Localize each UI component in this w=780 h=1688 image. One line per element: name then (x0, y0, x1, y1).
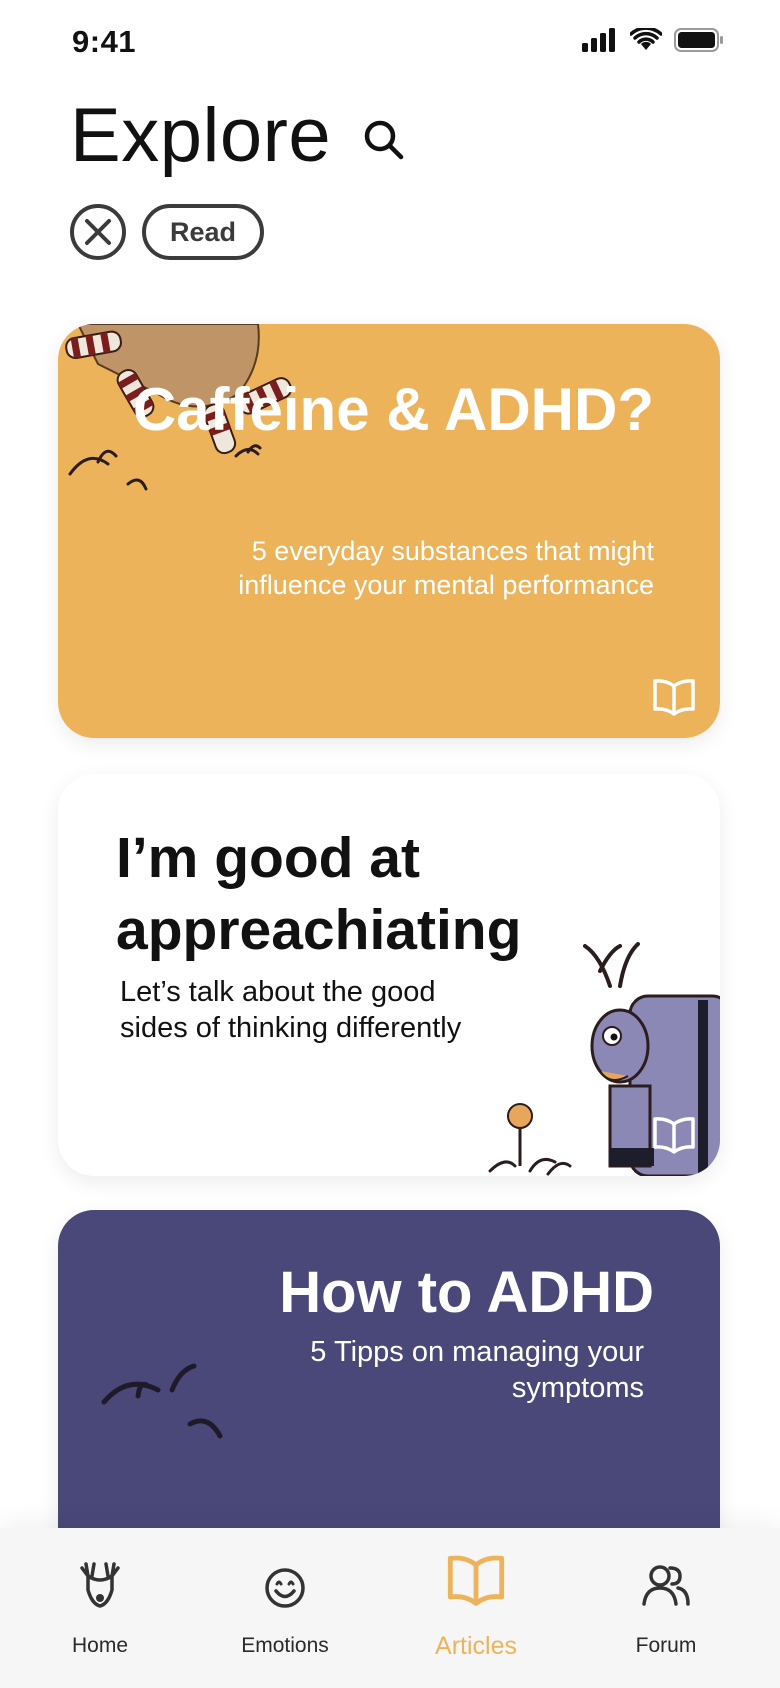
grass-doodle (101, 1363, 223, 1439)
tab-bar: Home Emotions Articles Forum (0, 1528, 780, 1688)
tab-articles[interactable]: Articles (386, 1528, 566, 1688)
article-title: Caffeine & ADHD? (132, 376, 654, 443)
search-icon (364, 120, 404, 160)
people-icon (642, 1565, 690, 1606)
battery-icon (674, 28, 723, 52)
tab-emotions[interactable]: Emotions (195, 1528, 375, 1688)
article-subtitle: Let’s talk about the good sides of think… (120, 976, 462, 1044)
status-time: 9:41 (72, 24, 137, 59)
search-button[interactable] (358, 114, 410, 166)
smiley-icon (265, 1568, 305, 1608)
close-icon (85, 219, 111, 245)
filter-chip-read[interactable]: Read (142, 204, 265, 260)
clear-filter-button[interactable] (70, 204, 126, 260)
book-open-icon (447, 1555, 505, 1606)
article-subtitle: 5 Tipps on managing your symptoms (310, 1336, 644, 1404)
tab-label: Home (71, 1634, 129, 1657)
article-card-caffeine[interactable]: Caffeine & ADHD? 5 everyday substances t… (58, 324, 720, 738)
book-open-icon (653, 679, 695, 716)
signal-icon (582, 28, 615, 52)
deer-icon (80, 1562, 120, 1608)
tab-forum[interactable]: Forum (576, 1528, 756, 1688)
status-icons (582, 28, 724, 52)
tab-label: Emotions (241, 1634, 329, 1657)
filter-row: Read (70, 204, 265, 260)
page-title: Explore (70, 93, 332, 178)
article-title: How to ADHD (279, 1260, 654, 1325)
tab-label: Articles (435, 1632, 517, 1660)
book-open-icon (653, 1117, 695, 1154)
article-subtitle: 5 everyday substances that might influen… (238, 536, 654, 600)
tab-home[interactable]: Home (10, 1528, 190, 1688)
tab-label: Forum (635, 1634, 697, 1657)
status-bar: 9:41 (0, 0, 780, 90)
wifi-icon (630, 28, 662, 50)
article-card-good-at[interactable]: I’m good at appreachiating Let’s talk ab… (58, 774, 720, 1176)
